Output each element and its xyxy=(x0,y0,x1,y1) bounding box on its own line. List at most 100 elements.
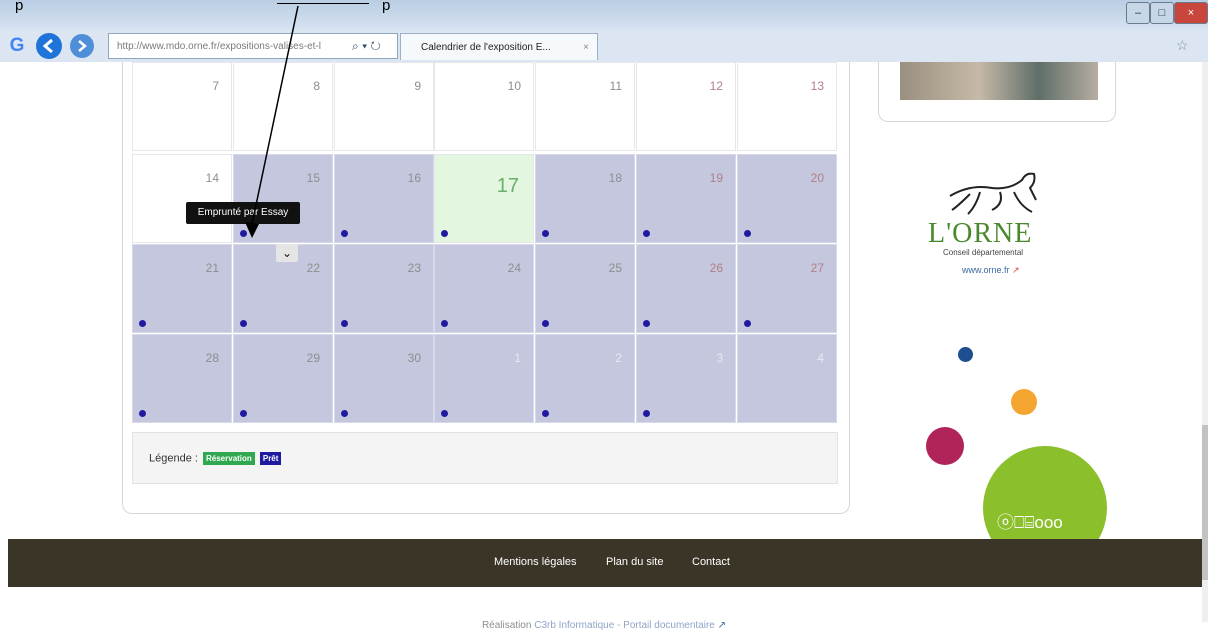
calendar-day-cell[interactable]: 15 xyxy=(233,154,333,243)
footer-link-mentions[interactable]: Mentions légales xyxy=(494,556,577,568)
calendar-day-cell[interactable]: 7 xyxy=(132,62,232,151)
calendar-day-number: 12 xyxy=(709,79,723,93)
calendar-day-cell[interactable]: 19 xyxy=(636,154,736,243)
footer-link-plan[interactable]: Plan du site xyxy=(606,556,663,568)
calendar-day-number: 4 xyxy=(817,351,824,365)
favorites-star-icon[interactable]: ☆ xyxy=(1176,37,1189,54)
calendar-day-number: 8 xyxy=(313,79,320,93)
calendar-day-cell[interactable]: 20 xyxy=(737,154,837,243)
booking-dot[interactable] xyxy=(542,230,549,237)
back-button[interactable] xyxy=(36,33,62,59)
footer xyxy=(8,539,1202,587)
booking-dot[interactable] xyxy=(643,320,650,327)
calendar-day-cell[interactable]: 10 xyxy=(434,62,534,151)
legend-label: Légende : xyxy=(149,452,198,465)
calendar-day-number: 20 xyxy=(810,171,824,185)
orne-link[interactable]: www.orne.fr ↗ xyxy=(962,265,1020,276)
calendar-day-number: 16 xyxy=(407,171,421,185)
orne-link-text[interactable]: www.orne.fr xyxy=(962,265,1010,275)
calendar-day-cell[interactable]: 14 xyxy=(132,154,232,243)
calendar-day-number: 18 xyxy=(608,171,622,185)
calendar-day-cell[interactable]: 24 xyxy=(434,244,534,333)
booking-dot[interactable] xyxy=(441,320,448,327)
calendar-day-cell[interactable]: 27 xyxy=(737,244,837,333)
booking-dot[interactable] xyxy=(240,320,247,327)
decor-dot-orange xyxy=(1011,389,1037,415)
calendar-day-cell[interactable]: 29 xyxy=(233,334,333,423)
calendar-day-cell[interactable]: 18 xyxy=(535,154,635,243)
minimize-button[interactable]: – xyxy=(1126,2,1150,24)
exhibition-image[interactable] xyxy=(900,62,1098,100)
tab-title: Calendrier de l'exposition E... xyxy=(421,42,551,53)
google-icon: G xyxy=(9,35,25,56)
chevron-down-icon[interactable]: ⌄ xyxy=(276,244,298,262)
calendar-day-cell[interactable]: 23 xyxy=(334,244,434,333)
calendar-day-number: 27 xyxy=(810,261,824,275)
booking-dot[interactable] xyxy=(542,410,549,417)
calendar-day-cell[interactable]: 4 xyxy=(737,334,837,423)
calendar-day-number: 24 xyxy=(507,261,521,275)
address-actions[interactable]: ⌕ ▾ ↻ xyxy=(352,36,396,56)
booking-dot[interactable] xyxy=(341,230,348,237)
legend-pret-badge: Prêt xyxy=(259,452,282,465)
booking-dot[interactable] xyxy=(240,410,247,417)
calendar-day-cell[interactable]: 30 xyxy=(334,334,434,423)
calendar-day-number: 30 xyxy=(407,351,421,365)
calendar-day-cell[interactable]: 26 xyxy=(636,244,736,333)
calendar-day-number: 17 xyxy=(496,175,519,197)
calendar-day-number: 25 xyxy=(608,261,622,275)
calendar-day-cell[interactable]: 8 xyxy=(233,62,333,151)
calendar-day-number: 26 xyxy=(709,261,723,275)
calendar-day-cell[interactable]: 17 xyxy=(434,154,534,243)
calendar-day-cell[interactable]: 3 xyxy=(636,334,736,423)
refresh-icon[interactable]: ↻ xyxy=(370,39,380,53)
orne-subtitle: Conseil départemental xyxy=(943,248,1024,257)
legend-reservation-badge: Réservation xyxy=(203,452,255,465)
calendar-day-number: 23 xyxy=(407,261,421,275)
booking-dot[interactable] xyxy=(441,230,448,237)
booking-dot[interactable] xyxy=(441,410,448,417)
calendar-day-cell[interactable]: 12 xyxy=(636,62,736,151)
calendar-day-number: 3 xyxy=(716,351,723,365)
booking-dot[interactable] xyxy=(139,410,146,417)
booking-dot[interactable] xyxy=(643,230,650,237)
calendar-day-number: 10 xyxy=(507,79,521,93)
back-arrow-icon xyxy=(42,38,53,54)
calendar-day-cell[interactable]: 1 xyxy=(434,334,534,423)
calendar-day-cell[interactable]: 11 xyxy=(535,62,635,151)
booking-dot[interactable] xyxy=(341,320,348,327)
forward-button[interactable] xyxy=(70,34,94,58)
close-window-button[interactable]: × xyxy=(1174,2,1208,24)
booking-dot[interactable] xyxy=(240,230,247,237)
scrollbar-thumb[interactable] xyxy=(1202,425,1208,580)
search-icon[interactable]: ⌕ xyxy=(352,39,359,53)
calendar-day-cell[interactable]: 9 xyxy=(334,62,434,151)
calendar-day-cell[interactable]: 28 xyxy=(132,334,232,423)
booking-dot[interactable] xyxy=(744,320,751,327)
calendar-day-cell[interactable]: 16 xyxy=(334,154,434,243)
credit-line: Réalisation C3rb Informatique - Portail … xyxy=(0,620,1208,631)
maximize-button[interactable]: □ xyxy=(1150,2,1174,24)
calendar-day-number: 9 xyxy=(414,79,421,93)
footer-link-contact[interactable]: Contact xyxy=(692,556,730,568)
calendar-day-cell[interactable]: 2 xyxy=(535,334,635,423)
tab-calendrier[interactable]: Calendrier de l'exposition E... × xyxy=(400,33,598,60)
calendar-day-cell[interactable]: 13 xyxy=(737,62,837,151)
calendar-day-cell[interactable]: 21 xyxy=(132,244,232,333)
booking-dot[interactable] xyxy=(643,410,650,417)
credit-link[interactable]: C3rb Informatique - Portail documentaire xyxy=(534,620,715,631)
booking-dot[interactable] xyxy=(542,320,549,327)
tab-close-icon[interactable]: × xyxy=(583,34,589,61)
calendar-day-number: 19 xyxy=(709,171,723,185)
calendar-day-number: 21 xyxy=(205,261,219,275)
booking-dot[interactable] xyxy=(341,410,348,417)
external-link-icon: ↗ xyxy=(1012,265,1020,275)
legend: Légende : Réservation Prêt xyxy=(132,432,838,484)
calendar-day-number: 15 xyxy=(306,171,320,185)
booking-dot[interactable] xyxy=(744,230,751,237)
annotation-underline xyxy=(277,3,369,4)
calendar-day-cell[interactable]: 25 xyxy=(535,244,635,333)
booking-dot[interactable] xyxy=(139,320,146,327)
title-bar xyxy=(0,0,1208,30)
decor-dot-pink xyxy=(926,427,964,465)
